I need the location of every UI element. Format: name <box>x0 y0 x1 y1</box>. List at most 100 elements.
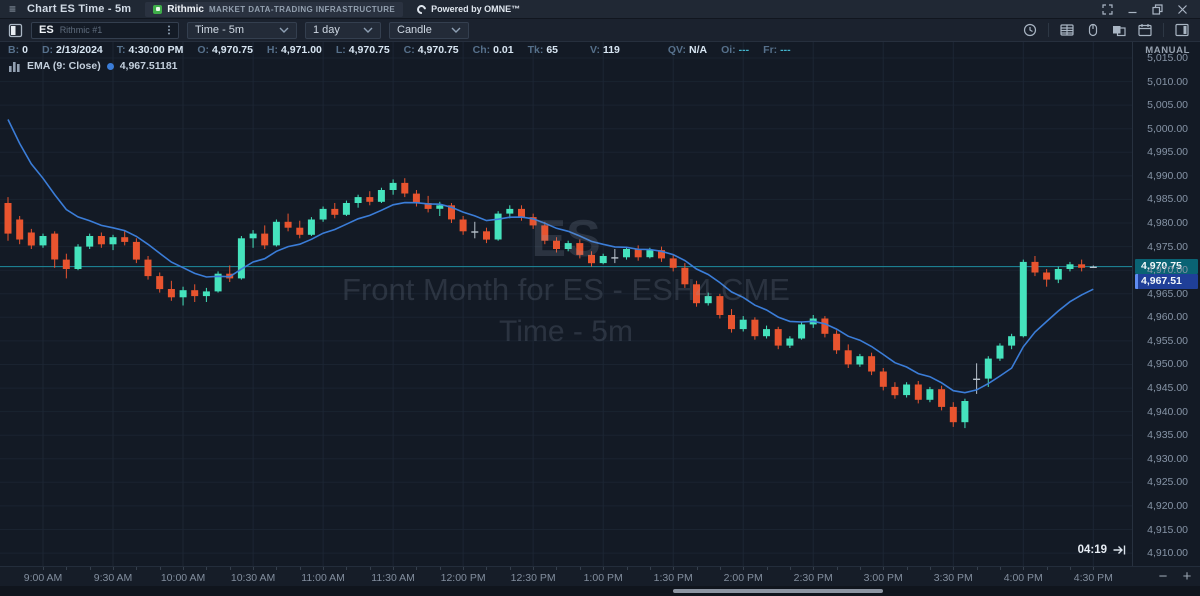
quote-data-row: B:0D:2/13/2024T:4:30:00 PMO:4,970.75H:4,… <box>8 44 805 56</box>
time-minor-tick <box>136 567 137 570</box>
time-minor-tick <box>743 567 744 570</box>
time-minor-tick <box>930 567 931 570</box>
toolbar-right-icons <box>1022 22 1192 38</box>
time-tick-label: 2:00 PM <box>711 572 775 584</box>
titlebar: ≡ Chart ES Time - 5m Rithmic Market Data… <box>0 0 1200 19</box>
symbol-input[interactable]: ES Rithmic #1 <box>31 22 179 39</box>
time-minor-tick <box>43 567 44 570</box>
time-minor-tick <box>1000 567 1001 570</box>
range-dropdown[interactable]: 1 day <box>305 22 381 39</box>
price-tick-label: 5,010.00 <box>1147 75 1188 89</box>
time-tick-label: 10:00 AM <box>151 572 215 584</box>
replay-icon[interactable] <box>1022 22 1038 38</box>
time-tick-label: 9:30 AM <box>81 572 145 584</box>
time-axis[interactable]: − + 9:00 AM9:30 AM10:00 AM10:30 AM11:00 … <box>0 566 1200 586</box>
quote-field: L:4,970.75 <box>336 44 390 56</box>
scrollbar-track[interactable] <box>0 586 1200 596</box>
quote-field: Fr:--- <box>763 44 791 56</box>
time-minor-tick <box>230 567 231 570</box>
price-tick-label: 4,935.00 <box>1147 428 1188 442</box>
price-tick-label: 4,955.00 <box>1147 334 1188 348</box>
right-panel-icon[interactable] <box>1174 22 1190 38</box>
app-window: ≡ Chart ES Time - 5m Rithmic Market Data… <box>0 0 1200 596</box>
price-tick-label: 4,985.00 <box>1147 192 1188 206</box>
price-tick-label: 4,995.00 <box>1147 145 1188 159</box>
time-minor-tick <box>673 567 674 570</box>
chart-style-dropdown[interactable]: Candle <box>389 22 469 39</box>
price-tick-label: 5,005.00 <box>1147 98 1188 112</box>
interval-value: Time - 5m <box>195 24 244 36</box>
time-minor-tick <box>767 567 768 570</box>
time-minor-tick <box>813 567 814 570</box>
time-minor-tick <box>416 567 417 570</box>
price-tick-label: 4,990.00 <box>1147 169 1188 183</box>
price-tick-label: 4,910.00 <box>1147 546 1188 560</box>
price-tick-label: 4,920.00 <box>1147 499 1188 513</box>
time-minor-tick <box>697 567 698 570</box>
minimize-icon[interactable] <box>1127 4 1138 15</box>
quote-field: Ch:0.01 <box>473 44 514 56</box>
time-tick-label: 1:30 PM <box>641 572 705 584</box>
time-minor-tick <box>720 567 721 570</box>
calendar-icon[interactable] <box>1137 22 1153 38</box>
quote-field: T:4:30:00 PM <box>117 44 184 56</box>
close-icon[interactable] <box>1177 4 1188 15</box>
price-tick-label: 4,970.00 <box>1147 263 1188 277</box>
zoom-in-button[interactable]: + <box>1180 568 1194 585</box>
time-tick-label: 11:00 AM <box>291 572 355 584</box>
time-tick-label: 9:00 AM <box>11 572 75 584</box>
symbol-value: ES <box>39 24 54 36</box>
go-to-latest-button[interactable]: 04:19 <box>1078 544 1126 556</box>
chevron-down-icon <box>279 27 289 33</box>
menu-icon[interactable]: ≡ <box>6 3 19 15</box>
time-minor-tick <box>1070 567 1071 570</box>
time-zoom-controls: − + <box>1156 568 1194 585</box>
time-minor-tick <box>580 567 581 570</box>
time-minor-tick <box>837 567 838 570</box>
time-minor-tick <box>440 567 441 570</box>
price-tick-label: 4,950.00 <box>1147 357 1188 371</box>
jump-to-end-icon <box>1113 545 1126 555</box>
screenshots-icon[interactable] <box>1111 22 1127 38</box>
time-minor-tick <box>206 567 207 570</box>
quote-field: C:4,970.75 <box>404 44 459 56</box>
zoom-out-button[interactable]: − <box>1156 568 1170 585</box>
price-tick-label: 4,915.00 <box>1147 523 1188 537</box>
time-minor-tick <box>953 567 954 570</box>
chart-canvas[interactable] <box>0 42 1132 566</box>
price-tick-label: 4,930.00 <box>1147 452 1188 466</box>
time-tick-label: 12:30 PM <box>501 572 565 584</box>
time-minor-tick <box>346 567 347 570</box>
price-tick-label: 4,960.00 <box>1147 310 1188 324</box>
omne-logo-icon <box>415 3 428 16</box>
indicator-legend[interactable]: EMA (9: Close) 4,967.51181 <box>8 60 178 72</box>
time-minor-tick <box>556 567 557 570</box>
interval-dropdown[interactable]: Time - 5m <box>187 22 297 39</box>
omne-badge: Powered by OMNE™ <box>417 4 520 14</box>
time-minor-tick <box>603 567 604 570</box>
dom-ladder-icon[interactable] <box>1059 22 1075 38</box>
quote-field: Tk:65 <box>528 44 558 56</box>
time-minor-tick <box>883 567 884 570</box>
chart-style-value: Candle <box>397 24 432 36</box>
time-tick-label: 3:00 PM <box>851 572 915 584</box>
scrollbar-thumb[interactable] <box>673 589 883 593</box>
time-minor-tick <box>370 567 371 570</box>
price-axis[interactable]: MANUAL 4,970.75 4,967.51 5,015.005,010.0… <box>1132 42 1200 566</box>
time-minor-tick <box>790 567 791 570</box>
time-minor-tick <box>463 567 464 570</box>
time-minor-tick <box>183 567 184 570</box>
quote-field: QV:N/A <box>668 44 707 56</box>
time-minor-tick <box>977 567 978 570</box>
quote-field: O:4,970.75 <box>197 44 253 56</box>
panel-toggle-icon[interactable] <box>8 23 23 38</box>
chevron-down-icon <box>451 27 461 33</box>
ema-color-dot <box>107 63 114 70</box>
mouse-icon[interactable] <box>1085 22 1101 38</box>
chart-toolbar: ES Rithmic #1 Time - 5m 1 day Candle <box>0 19 1200 42</box>
restore-icon[interactable] <box>1152 4 1163 15</box>
fullscreen-icon[interactable] <box>1102 4 1113 15</box>
time-tick-label: 11:30 AM <box>361 572 425 584</box>
symbol-options-kebab-icon[interactable] <box>164 24 174 36</box>
quote-field: V:119 <box>590 44 620 56</box>
